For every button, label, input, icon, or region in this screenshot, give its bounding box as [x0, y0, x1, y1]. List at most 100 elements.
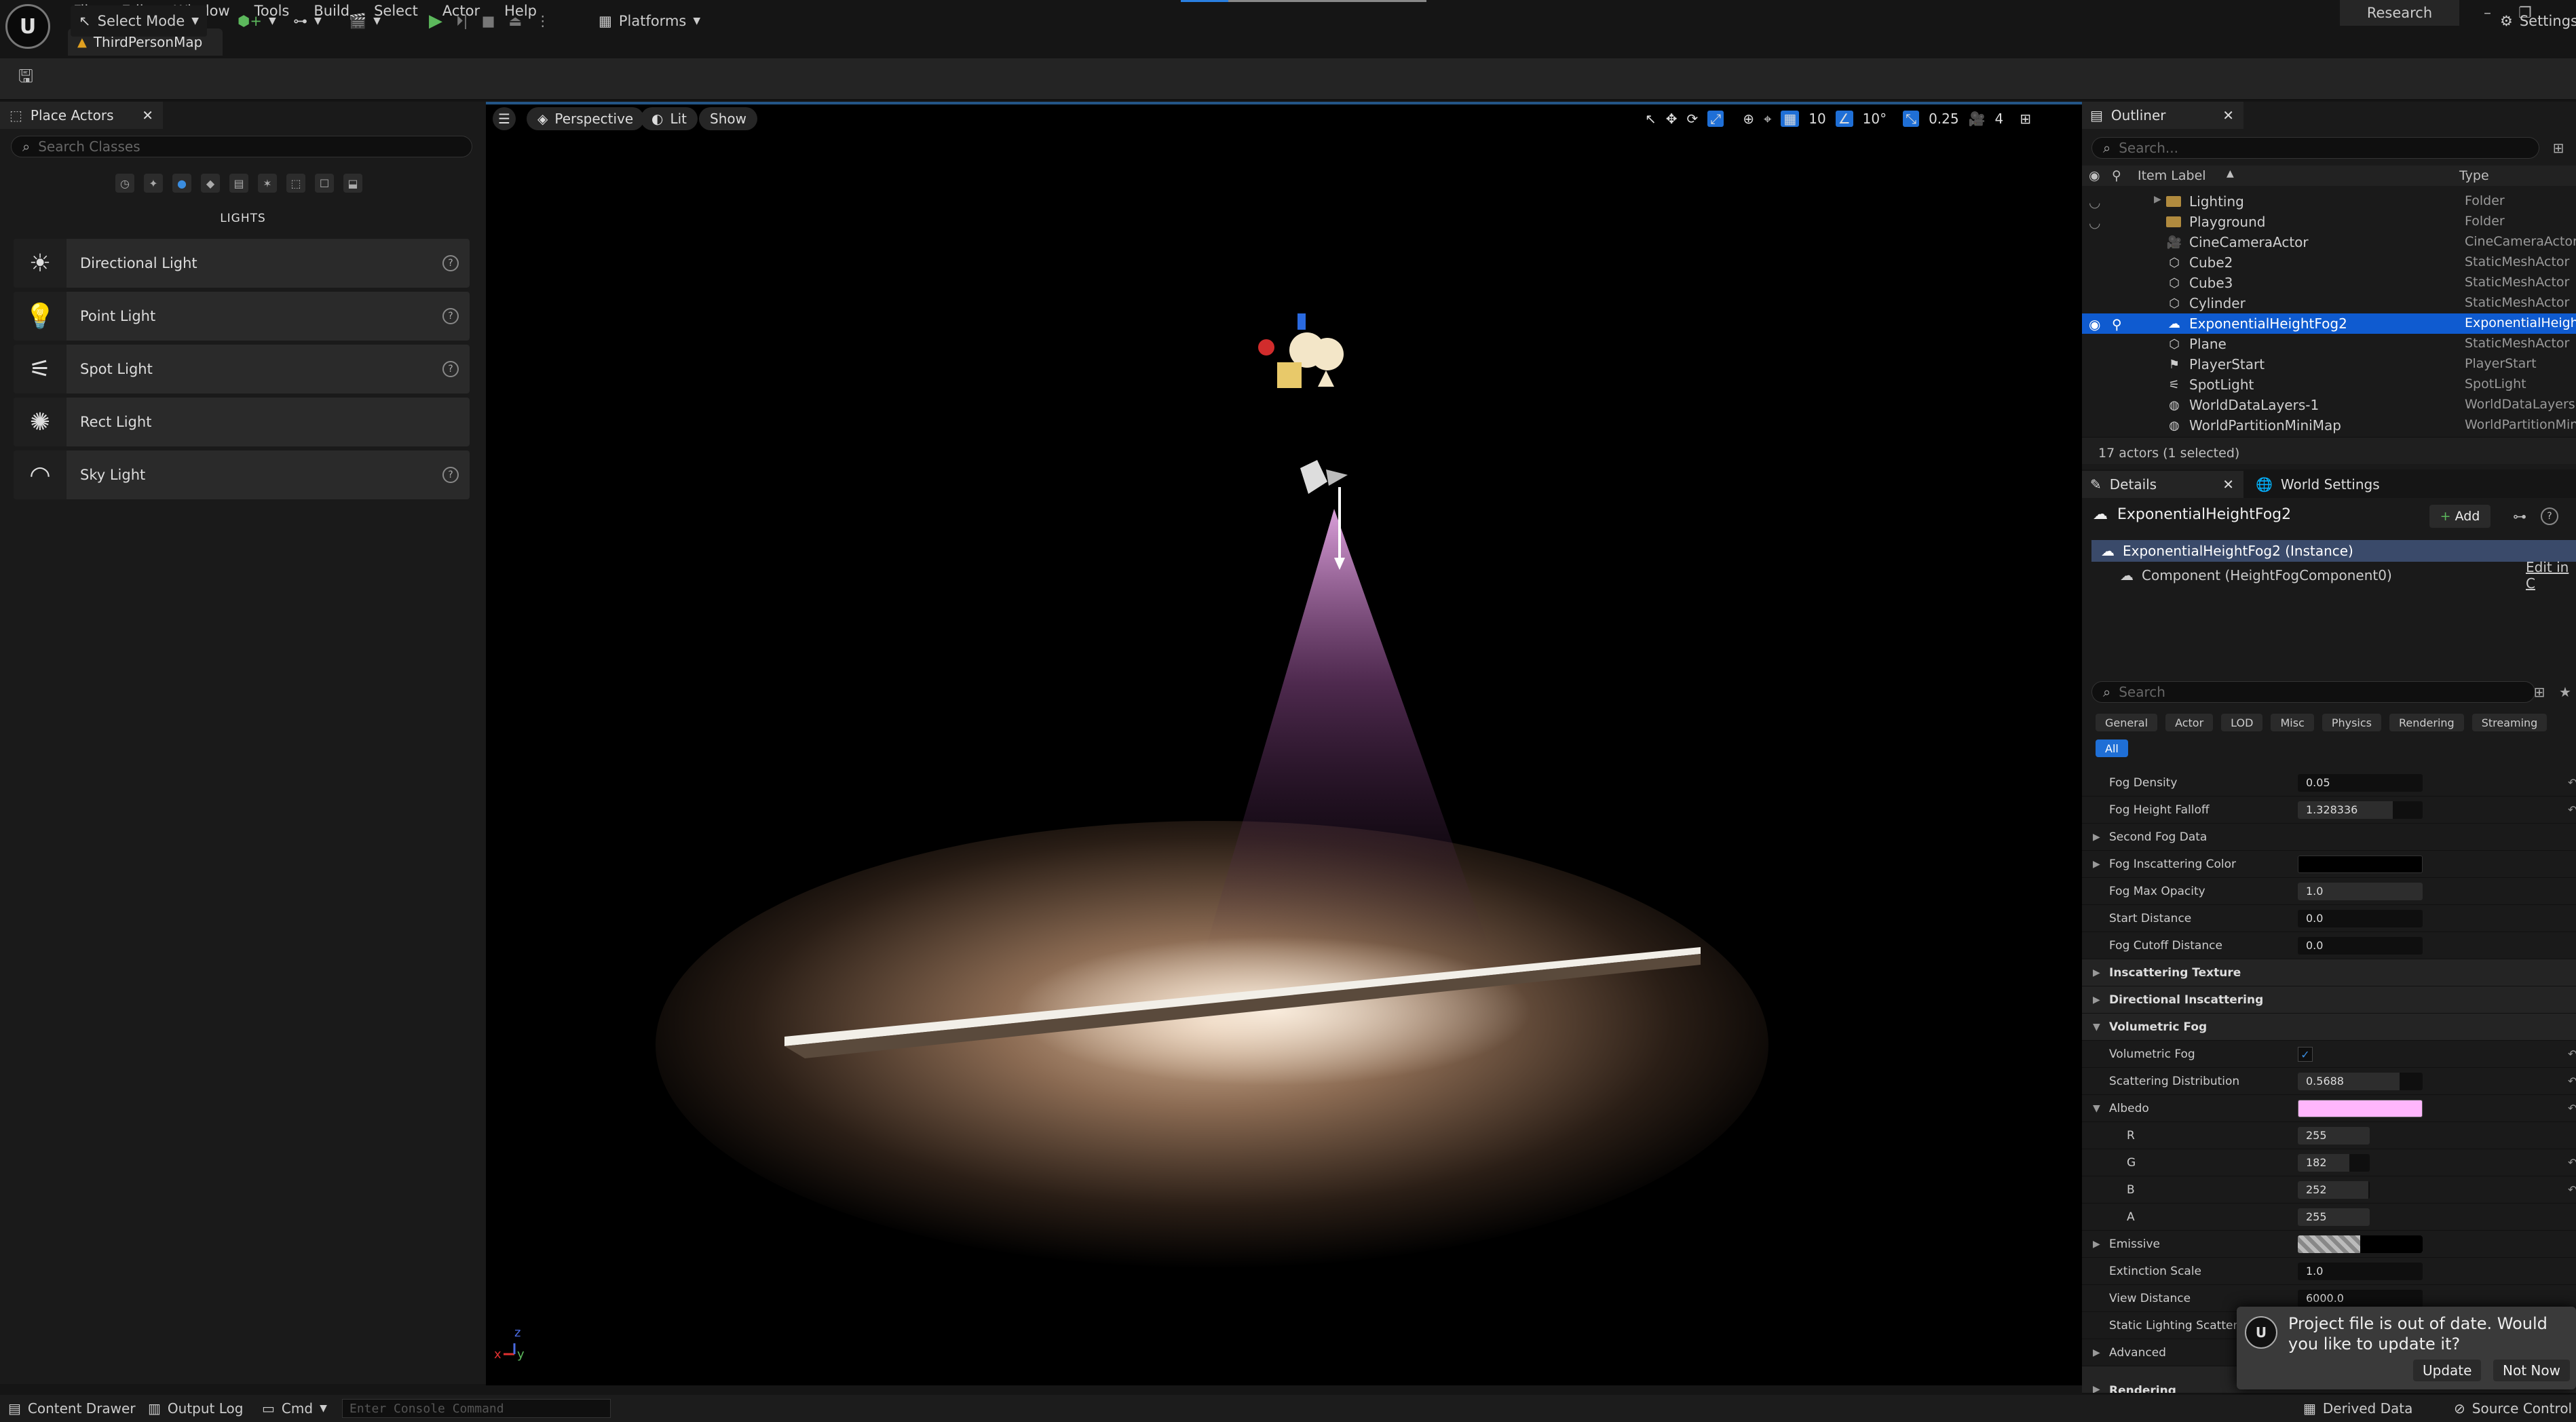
col-type[interactable]: Type [2459, 168, 2489, 183]
pin-icon[interactable]: ⚲ [2112, 316, 2122, 332]
albedo-a-field[interactable]: 255 [2298, 1208, 2370, 1226]
expand-icon[interactable]: ▶ [2093, 1239, 2100, 1250]
reset-icon[interactable]: ↶ [2568, 1102, 2576, 1115]
help-icon[interactable]: ? [2541, 507, 2558, 525]
blueprint-convert-icon[interactable]: ⊶ [2511, 507, 2528, 525]
filter-misc[interactable]: Misc [2271, 714, 2314, 731]
world-local-icon[interactable]: ⊕ [1743, 111, 1754, 127]
grid-snap-icon[interactable]: ▦ [1781, 111, 1800, 127]
reset-icon[interactable]: ↶ [2568, 1075, 2576, 1088]
stop-icon[interactable]: ■ [482, 13, 495, 29]
collapse-icon[interactable]: ▼ [2093, 1022, 2100, 1033]
outliner-row[interactable]: 🎥 CineCameraActor CineCameraActor [2082, 232, 2576, 252]
viewport-menu-button[interactable]: ☰ [493, 107, 516, 130]
albedo-g-field[interactable]: 182 [2298, 1154, 2370, 1172]
component-row[interactable]: ☁ Component (HeightFogComponent0) Edit i… [2120, 559, 2576, 592]
collapse-icon[interactable]: ▼ [2093, 1103, 2100, 1114]
help-icon[interactable]: ? [442, 255, 459, 271]
reset-icon[interactable]: ↶ [2568, 776, 2576, 789]
volumetric-fog-checkbox[interactable]: ✓ [2298, 1047, 2313, 1062]
outliner-row[interactable]: ◡ ▶ Lighting Folder [2082, 191, 2576, 212]
close-icon[interactable]: ✕ [142, 107, 153, 123]
visual-effects-icon[interactable]: ✶ [258, 174, 277, 193]
reset-icon[interactable]: ↶ [2568, 1156, 2576, 1169]
help-icon[interactable]: ? [442, 308, 459, 324]
expand-icon[interactable]: ▶ [2093, 832, 2100, 843]
instance-row[interactable]: ☁ ExponentialHeightFog2 (Instance) [2091, 540, 2576, 562]
lights-category-icon[interactable]: ● [172, 174, 191, 193]
help-icon[interactable]: ? [442, 361, 459, 377]
extinction-scale-field[interactable]: 1.0 [2298, 1263, 2423, 1280]
filter-streaming[interactable]: Streaming [2471, 714, 2547, 731]
camera-speed-icon[interactable]: 🎥 [1969, 111, 1986, 127]
console-input[interactable]: Enter Console Command [342, 1399, 611, 1418]
select-tool-icon[interactable]: ↖ [1645, 111, 1656, 127]
actor-sky-light[interactable]: ◠ Sky Light ? [14, 450, 470, 499]
expand-icon[interactable]: ▶ [2093, 1384, 2100, 1393]
volumes-icon[interactable]: ⬚ [286, 174, 305, 193]
content-drawer-button[interactable]: ▤ Content Drawer [8, 1399, 136, 1418]
albedo-b-field[interactable]: 252 [2298, 1181, 2370, 1199]
cinematics-button[interactable]: 🎬 ▼ [341, 5, 389, 37]
scale-snap-value[interactable]: 0.25 [1929, 111, 1959, 127]
camera-speed-value[interactable]: 4 [1995, 111, 2004, 127]
rotate-tool-icon[interactable]: ⟳ [1687, 111, 1699, 127]
step-icon[interactable]: ⏵| [456, 13, 468, 30]
expand-icon[interactable]: ▶ [2093, 1347, 2100, 1358]
cmd-dropdown[interactable]: ▭ Cmd ▼ [262, 1399, 327, 1418]
rotation-snap-icon[interactable]: ∠ [1835, 111, 1853, 127]
visibility-icon[interactable]: ◡ [2089, 194, 2100, 210]
recent-icon[interactable]: ◷ [115, 174, 134, 193]
cinematic-icon[interactable]: ▤ [229, 174, 248, 193]
outliner-row[interactable]: ⬡ Cube3 StaticMeshActor [2082, 273, 2576, 293]
surface-snap-icon[interactable]: ⌖ [1764, 111, 1771, 127]
help-icon[interactable]: ? [442, 467, 459, 483]
translate-tool-icon[interactable]: ✥ [1666, 111, 1678, 127]
close-icon[interactable]: ✕ [2222, 107, 2234, 123]
expand-icon[interactable]: ▶ [2154, 194, 2161, 205]
more-icon[interactable]: ⋮ [535, 13, 550, 29]
inscattering-color-swatch[interactable] [2298, 856, 2423, 873]
platforms-dropdown[interactable]: ▦ Platforms ▼ [590, 5, 708, 37]
filter-general[interactable]: General [2096, 714, 2158, 731]
outliner-add-folder-icon[interactable]: ⊞ [2549, 138, 2568, 157]
table-view-icon[interactable]: ⊞ [2530, 683, 2549, 702]
actor-point-light[interactable]: 💡 Point Light ? [14, 292, 470, 341]
outliner-row[interactable]: ◍ WorldPartitionMiniMap WorldPartitionMi… [2082, 415, 2576, 436]
settings-button[interactable]: ⚙ Settings [2492, 5, 2576, 37]
perspective-button[interactable]: ◈ Perspective [527, 107, 645, 130]
prop-second-fog-data[interactable]: ▶ Second Fog Data [2082, 824, 2576, 851]
scattering-distribution-field[interactable]: 0.5688 [2298, 1073, 2423, 1090]
unreal-logo-icon[interactable]: U [5, 4, 50, 49]
geometry-icon[interactable]: ⬓ [343, 174, 362, 193]
eject-icon[interactable]: ⏏ [508, 13, 522, 29]
actor-directional-light[interactable]: ☀ Directional Light ? [14, 239, 470, 288]
outliner-row[interactable]: ◡ Playground Folder [2082, 212, 2576, 232]
actor-rect-light[interactable]: ✺ Rect Light [14, 398, 470, 446]
fog-max-opacity-field[interactable]: 1.0 [2298, 883, 2423, 900]
details-tab[interactable]: ✎ Details ✕ [2082, 471, 2243, 498]
lit-button[interactable]: ◐ Lit [641, 107, 698, 130]
expand-icon[interactable]: ▶ [2093, 859, 2100, 870]
add-component-button[interactable]: + Add [2429, 505, 2490, 528]
start-distance-field[interactable]: 0.0 [2298, 910, 2423, 927]
outliner-tab[interactable]: ▤ Outliner ✕ [2082, 102, 2243, 129]
outliner-row-selected[interactable]: ◉ ⚲ ☁ ExponentialHeightFog2 ExponentialH… [2082, 313, 2576, 334]
expand-icon[interactable]: ▶ [2093, 995, 2100, 1005]
section-volumetric-fog[interactable]: ▼ Volumetric Fog [2082, 1014, 2576, 1041]
place-actors-tab[interactable]: ⬚ Place Actors ✕ [0, 102, 163, 129]
reset-icon[interactable]: ↶ [2568, 1183, 2576, 1196]
section-directional-inscattering[interactable]: ▶ Directional Inscattering [2082, 986, 2576, 1014]
blueprints-button[interactable]: ⊶ ▼ [285, 5, 330, 37]
scale-snap-icon[interactable]: ⤡ [1903, 111, 1920, 127]
fog-cutoff-distance-field[interactable]: 0.0 [2298, 937, 2423, 955]
filter-all[interactable]: All [2096, 739, 2128, 757]
albedo-r-field[interactable]: 255 [2298, 1127, 2370, 1145]
emissive-color-swatch[interactable] [2298, 1235, 2423, 1253]
fog-height-falloff-field[interactable]: 1.328336 [2298, 801, 2423, 819]
all-classes-icon[interactable]: ☐ [315, 174, 334, 193]
details-search-input[interactable]: ⌕ Search [2091, 681, 2535, 703]
reset-icon[interactable]: ↶ [2568, 803, 2576, 816]
fog-density-field[interactable]: 0.05 [2298, 774, 2423, 792]
basic-icon[interactable]: ✦ [144, 174, 163, 193]
